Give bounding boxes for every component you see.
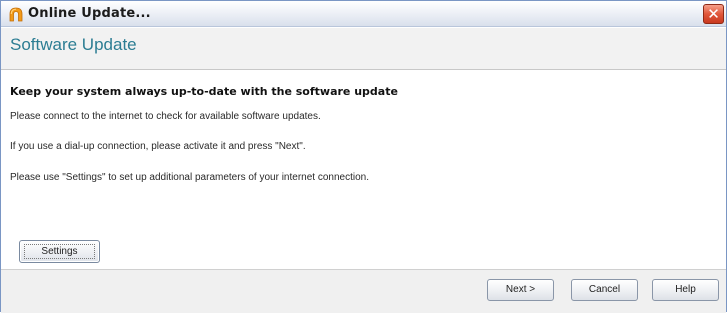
settings-button-label: Settings <box>41 246 78 257</box>
close-icon: ✕ <box>707 5 720 23</box>
help-button[interactable]: Help <box>652 279 719 301</box>
cancel-button[interactable]: Cancel <box>571 279 638 301</box>
update-app-icon <box>8 6 24 22</box>
header-band: Software Update <box>1 28 726 70</box>
title-bar[interactable]: Online Update... ✕ <box>1 1 726 27</box>
page-title: Software Update <box>10 35 137 54</box>
button-bar: Next > Cancel Help <box>1 269 726 313</box>
instruction-settings: Please use "Settings" to set up addition… <box>10 172 369 183</box>
next-button[interactable]: Next > <box>487 279 554 301</box>
settings-button[interactable]: Settings <box>19 240 100 263</box>
dialog-window: Online Update... ✕ Software Update Keep … <box>0 0 727 313</box>
content-area: Keep your system always up-to-date with … <box>1 71 726 268</box>
instruction-dialup: If you use a dial-up connection, please … <box>10 141 306 152</box>
close-button[interactable]: ✕ <box>703 4 724 24</box>
window-title: Online Update... <box>28 6 151 21</box>
content-heading: Keep your system always up-to-date with … <box>10 85 398 98</box>
instruction-connect: Please connect to the internet to check … <box>10 111 321 122</box>
